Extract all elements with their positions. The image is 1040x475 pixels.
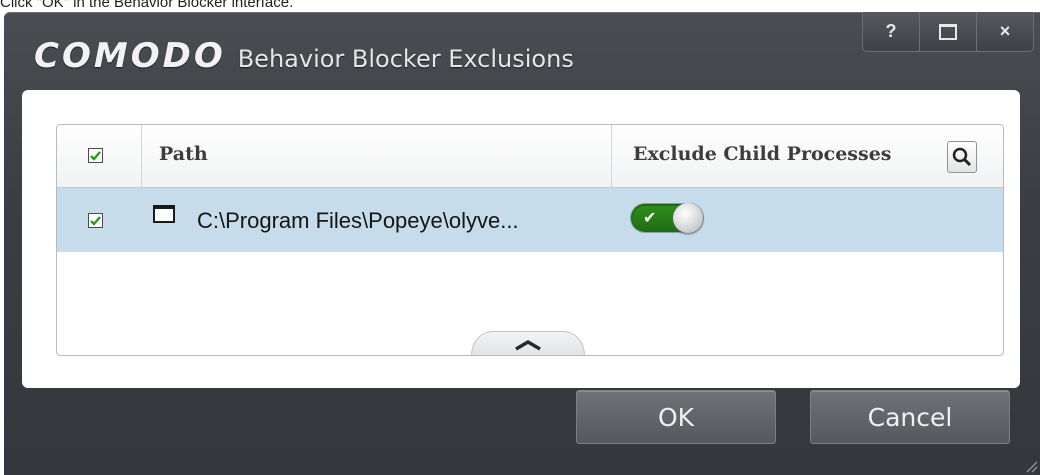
exclude-child-processes-toggle[interactable]: ✔ [631,203,703,233]
search-icon [952,147,972,167]
maximize-button[interactable] [919,12,977,52]
search-button[interactable] [947,141,977,173]
toggle-check-icon: ✔ [643,208,657,227]
table-header: Path Exclude Child Processes [57,125,1003,188]
title-bar: COMODO Behavior Blocker Exclusions [34,36,574,80]
row-path: C:\Program Files\Popeye\olyve... [197,208,519,233]
help-button[interactable]: ? [862,12,920,52]
column-divider [141,125,142,187]
application-window-icon [153,205,175,223]
exclusions-table: Path Exclude Child Processes C:\Program … [56,124,1004,356]
help-icon: ? [885,21,897,41]
window-title: Behavior Blocker Exclusions [237,45,574,73]
resize-grip-icon[interactable] [1024,459,1038,473]
table-row[interactable]: C:\Program Files\Popeye\olyve... ✔ [57,188,1003,252]
checkmark-icon [90,215,101,226]
checkmark-icon [90,150,101,161]
chevron-up-icon [515,339,541,351]
maximize-icon [939,23,957,40]
close-button[interactable]: × [976,12,1034,52]
window-controls: ? × [862,12,1034,54]
column-divider [611,125,612,187]
comodo-logo: COMODO [34,36,226,76]
collapse-button[interactable] [471,331,585,355]
row-checkbox[interactable] [88,213,103,228]
column-header-path[interactable]: Path [159,143,208,165]
ok-button[interactable]: OK [576,390,776,444]
close-icon: × [999,21,1011,41]
select-all-checkbox[interactable] [88,148,103,163]
cancel-button[interactable]: Cancel [810,390,1010,444]
behavior-blocker-exclusions-dialog: COMODO Behavior Blocker Exclusions ? × P… [4,12,1040,475]
column-header-exclude-child-processes[interactable]: Exclude Child Processes [633,143,891,165]
instruction-caption: Click "OK" in the Behavior Blocker inter… [0,0,294,11]
toggle-knob [673,203,703,233]
content-panel: Path Exclude Child Processes C:\Program … [22,90,1020,388]
